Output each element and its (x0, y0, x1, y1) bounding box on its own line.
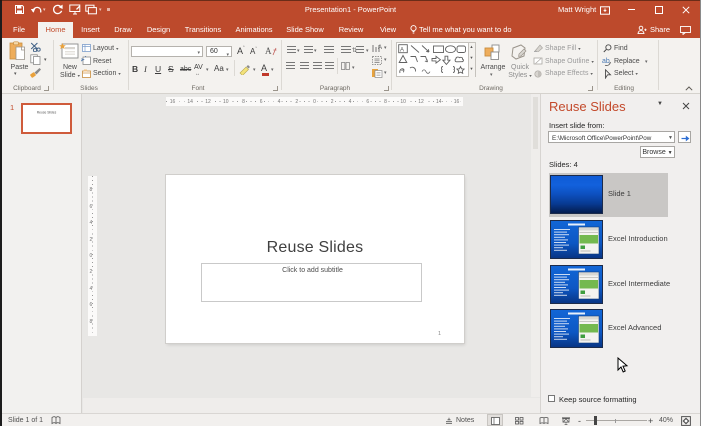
svg-text:A: A (378, 45, 382, 51)
svg-text:A: A (400, 48, 404, 54)
svg-text:ab: ab (602, 58, 610, 65)
